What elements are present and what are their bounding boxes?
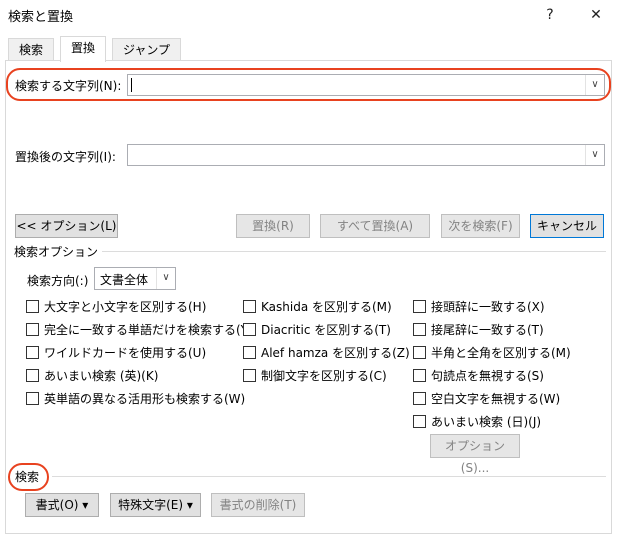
search-options-divider — [14, 251, 606, 252]
replace-combobox[interactable]: ∨ — [127, 144, 605, 166]
checkbox-label: 接尾辞に一致する(T) — [431, 323, 544, 337]
tab-goto[interactable]: ジャンプ — [112, 38, 182, 61]
checkbox-label: Alef hamza を区別する(Z) — [261, 346, 410, 360]
search-options-header: 検索オプション — [14, 243, 103, 260]
tab-replace[interactable]: 置換 — [60, 36, 107, 62]
checkbox-ignore-punct[interactable]: 句読点を無視する(S) — [413, 367, 544, 384]
checkbox-label: 空白文字を無視する(W) — [431, 392, 561, 406]
checkbox-box[interactable] — [413, 392, 426, 405]
tab-find[interactable]: 検索 — [8, 38, 55, 61]
dialog-panel — [5, 60, 612, 534]
checkbox-label: 接頭辞に一致する(X) — [431, 300, 545, 314]
options-toggle-button[interactable]: << オプション(L) — [15, 214, 118, 238]
direction-select[interactable]: 文書全体 ∨ — [94, 267, 176, 290]
checkbox-ignore-space[interactable]: 空白文字を無視する(W) — [413, 390, 560, 407]
checkbox-prefix[interactable]: 接頭辞に一致する(X) — [413, 298, 545, 315]
checkbox-sounds-like-en[interactable]: あいまい検索 (英)(K) — [26, 367, 158, 384]
checkbox-box[interactable] — [26, 346, 39, 359]
checkbox-sounds-like-ja[interactable]: あいまい検索 (日)(J) — [413, 413, 541, 430]
window-title: 検索と置換 — [8, 10, 74, 25]
replace-all-button[interactable]: すべて置換(A) — [320, 214, 430, 238]
direction-label: 検索方向(:) — [27, 274, 89, 288]
checkbox-box[interactable] — [413, 300, 426, 313]
find-label: 検索する文字列(N): — [15, 79, 122, 93]
checkbox-wildcards[interactable]: ワイルドカードを使用する(U) — [26, 344, 206, 361]
checkbox-width[interactable]: 半角と全角を区別する(M) — [413, 344, 571, 361]
checkbox-box[interactable] — [413, 346, 426, 359]
replace-dropdown-icon[interactable]: ∨ — [585, 145, 604, 165]
checkbox-alef-hamza[interactable]: Alef hamza を区別する(Z) — [243, 344, 410, 361]
checkbox-box[interactable] — [413, 415, 426, 428]
text-cursor — [131, 78, 132, 92]
bottom-divider — [52, 476, 606, 477]
checkbox-whole-word[interactable]: 完全に一致する単語だけを検索する(Y) — [26, 321, 253, 338]
checkbox-label: 句読点を無視する(S) — [431, 369, 544, 383]
checkbox-box[interactable] — [413, 323, 426, 336]
find-dropdown-icon[interactable]: ∨ — [585, 75, 604, 95]
direction-value: 文書全体 — [100, 273, 149, 287]
format-button-label: 書式(O) — [35, 498, 79, 512]
checkbox-label: あいまい検索 (英)(K) — [44, 369, 159, 383]
no-formatting-button[interactable]: 書式の削除(T) — [211, 493, 305, 517]
checkbox-kashida[interactable]: Kashida を区別する(M) — [243, 298, 392, 315]
checkbox-box[interactable] — [26, 392, 39, 405]
checkbox-box[interactable] — [243, 300, 256, 313]
checkbox-box[interactable] — [243, 346, 256, 359]
chevron-down-icon: ▾ — [186, 498, 193, 512]
help-button[interactable]: ? — [527, 0, 573, 30]
close-button[interactable]: ✕ — [573, 0, 617, 30]
replace-button[interactable]: 置換(R) — [236, 214, 310, 238]
format-button[interactable]: 書式(O) ▾ — [25, 493, 99, 517]
bottom-header: 検索 — [15, 470, 40, 484]
checkbox-diacritic[interactable]: Diacritic を区別する(T) — [243, 321, 391, 338]
find-combobox[interactable]: ∨ — [127, 74, 605, 96]
cancel-button[interactable]: キャンセル — [530, 214, 604, 238]
checkbox-label: 制御文字を区別する(C) — [261, 369, 387, 383]
checkbox-box[interactable] — [243, 369, 256, 382]
checkbox-box[interactable] — [26, 369, 39, 382]
checkbox-label: Kashida を区別する(M) — [261, 300, 392, 314]
find-next-button[interactable]: 次を検索(F) — [441, 214, 520, 238]
direction-dropdown-icon[interactable]: ∨ — [156, 268, 175, 289]
checkbox-control-chars[interactable]: 制御文字を区別する(C) — [243, 367, 387, 384]
special-button-label: 特殊文字(E) — [118, 498, 184, 512]
checkbox-word-forms[interactable]: 英単語の異なる活用形も検索する(W) — [26, 390, 245, 407]
checkbox-label: Diacritic を区別する(T) — [261, 323, 391, 337]
checkbox-box[interactable] — [26, 323, 39, 336]
checkbox-label: ワイルドカードを使用する(U) — [44, 346, 207, 360]
checkbox-label: 大文字と小文字を区別する(H) — [44, 300, 207, 314]
special-button[interactable]: 特殊文字(E) ▾ — [110, 493, 201, 517]
checkbox-match-case[interactable]: 大文字と小文字を区別する(H) — [26, 298, 206, 315]
checkbox-label: あいまい検索 (日)(J) — [431, 415, 542, 429]
checkbox-suffix[interactable]: 接尾辞に一致する(T) — [413, 321, 544, 338]
checkbox-box[interactable] — [243, 323, 256, 336]
chevron-down-icon: ▾ — [82, 498, 89, 512]
checkbox-box[interactable] — [413, 369, 426, 382]
replace-label: 置換後の文字列(I): — [15, 150, 116, 164]
checkbox-label: 半角と全角を区別する(M) — [431, 346, 571, 360]
ja-options-button[interactable]: オプション(S)... — [430, 434, 520, 475]
checkbox-label: 英単語の異なる活用形も検索する(W) — [44, 392, 246, 406]
checkbox-box[interactable] — [26, 300, 39, 313]
checkbox-label: 完全に一致する単語だけを検索する(Y) — [44, 323, 253, 337]
